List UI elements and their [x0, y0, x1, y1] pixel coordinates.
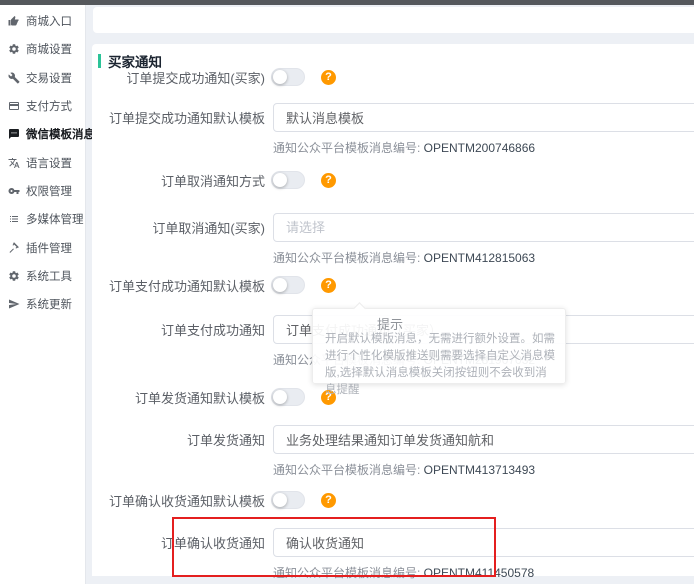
template-code: OPENTM413713493 [424, 463, 535, 477]
sidebar-item-media-management[interactable]: 多媒体管理 [0, 205, 85, 233]
order-cancel-method-toggle[interactable] [271, 171, 305, 189]
hammer-icon [8, 242, 20, 254]
order-confirm-receipt-input[interactable] [273, 528, 694, 557]
paper-plane-icon [8, 298, 20, 310]
helper-prefix: 通知公众平台模板消息编号: [273, 141, 424, 155]
gear-icon [8, 270, 20, 282]
template-code: OPENTM412815063 [424, 251, 535, 265]
helper-prefix: 通知公众平台模板消息编号: [273, 463, 424, 477]
settings-page: 商城入口 商城设置 交易设置 支付方式 微信模板消息 语言设置 [0, 0, 694, 584]
sidebar-item-label: 语言设置 [26, 155, 72, 171]
field-label: 订单确认收货通知 [92, 533, 265, 552]
sidebar-item-label: 微信模板消息 [26, 126, 95, 142]
toggle-row-order-submit-success: 订单提交成功通知(买家) ? [92, 68, 336, 86]
sidebar-item-language-settings[interactable]: 语言设置 [0, 148, 85, 176]
help-icon[interactable]: ? [321, 173, 336, 188]
sidebar-item-label: 插件管理 [26, 240, 72, 256]
input-row-order-cancel-buyer: 订单取消通知(买家) [92, 213, 694, 242]
key-icon [8, 185, 20, 197]
order-pay-success-template-toggle[interactable] [271, 276, 305, 294]
credit-card-icon [8, 100, 20, 112]
helper-prefix: 通知公众平台模板消息编号: [273, 251, 424, 265]
toggle-row-order-confirm-receipt-template: 订单确认收货通知默认模板 ? [92, 491, 336, 509]
sidebar-item-trade-settings[interactable]: 交易设置 [0, 64, 85, 92]
sidebar-item-label: 商城设置 [26, 41, 72, 57]
sidebar-item-system-tools[interactable]: 系统工具 [0, 262, 85, 290]
sidebar-item-label: 支付方式 [26, 98, 72, 114]
help-tooltip: 提示 开启默认模版消息，无需进行额外设置。如需进行个性化模版推送则需要选择自定义… [312, 308, 566, 384]
wrench-icon [8, 72, 20, 84]
sidebar-item-label: 商城入口 [26, 13, 72, 29]
sidebar-item-label: 系统工具 [26, 268, 72, 284]
toggle-knob [273, 173, 287, 187]
order-submit-template-input[interactable] [273, 103, 694, 132]
order-confirm-receipt-template-toggle[interactable] [271, 491, 305, 509]
field-label: 订单确认收货通知默认模板 [92, 491, 265, 510]
tooltip-body: 开启默认模版消息，无需进行额外设置。如需进行个性化模版推送则需要选择自定义消息模… [325, 331, 555, 399]
template-code-helper: 通知公众平台模板消息编号: OPENTM200746866 [273, 139, 535, 156]
input-row-order-submit-template: 订单提交成功通知默认模板 [92, 103, 694, 132]
sidebar-item-mall-settings[interactable]: 商城设置 [0, 35, 85, 63]
help-icon[interactable]: ? [321, 278, 336, 293]
order-ship-template-toggle[interactable] [271, 388, 305, 406]
help-icon[interactable]: ? [321, 493, 336, 508]
input-row-order-ship-notice: 订单发货通知 [92, 425, 694, 454]
sidebar-item-mall-entry[interactable]: 商城入口 [0, 7, 85, 35]
translate-icon [8, 157, 20, 169]
field-label: 订单发货通知默认模板 [92, 388, 265, 407]
order-ship-notice-input[interactable] [273, 425, 694, 454]
gear-icon [8, 43, 20, 55]
template-code-helper: 通知公众平台模板消息编号: OPENTM413713493 [273, 461, 535, 478]
helper-prefix: 通知公众平台模板消息编号: [273, 566, 424, 580]
order-submit-success-toggle[interactable] [271, 68, 305, 86]
toggle-row-order-pay-success-template: 订单支付成功通知默认模板 ? [92, 276, 336, 294]
template-code: OPENTM411450578 [424, 566, 535, 580]
field-label: 订单支付成功通知默认模板 [92, 276, 265, 295]
sidebar-item-wechat-template-messages[interactable]: 微信模板消息 [0, 120, 85, 148]
tab-strip [93, 7, 694, 33]
tooltip-arrow [353, 302, 366, 315]
toggle-knob [273, 70, 287, 84]
field-label: 订单取消通知(买家) [92, 218, 265, 237]
buyer-notification-panel: 买家通知 订单提交成功通知(买家) ? 订单提交成功通知默认模板 通知公众平台模… [92, 44, 694, 576]
toggle-row-order-ship-template: 订单发货通知默认模板 ? [92, 388, 336, 406]
field-label: 订单支付成功通知 [92, 320, 265, 339]
sidebar-item-label: 系统更新 [26, 296, 72, 312]
field-label: 订单提交成功通知(买家) [92, 68, 265, 87]
top-bar [0, 0, 694, 5]
template-code-helper: 通知公众平台模板消息编号: OPENTM412815063 [273, 249, 535, 266]
input-row-order-confirm-receipt: 订单确认收货通知 [92, 528, 694, 557]
sidebar-item-label: 多媒体管理 [26, 211, 84, 227]
sidebar-item-permission-management[interactable]: 权限管理 [0, 177, 85, 205]
toggle-knob [273, 390, 287, 404]
sidebar-menu: 商城入口 商城设置 交易设置 支付方式 微信模板消息 语言设置 [0, 5, 85, 318]
field-label: 订单发货通知 [92, 430, 265, 449]
field-label: 订单提交成功通知默认模板 [92, 108, 265, 127]
template-code-helper: 通知公众平台模板消息编号: OPENTM411450578 [273, 564, 534, 581]
list-icon [8, 213, 20, 225]
sidebar-item-label: 交易设置 [26, 70, 72, 86]
help-icon[interactable]: ? [321, 70, 336, 85]
thumbs-up-icon [8, 15, 20, 27]
sidebar: 商城入口 商城设置 交易设置 支付方式 微信模板消息 语言设置 [0, 5, 86, 584]
toggle-row-order-cancel-method: 订单取消通知方式 ? [92, 171, 336, 189]
field-label: 订单取消通知方式 [92, 171, 265, 190]
sidebar-item-label: 权限管理 [26, 183, 72, 199]
sidebar-item-plugin-management[interactable]: 插件管理 [0, 233, 85, 261]
template-code: OPENTM200746866 [424, 141, 535, 155]
toggle-knob [273, 278, 287, 292]
order-cancel-buyer-select[interactable] [273, 213, 694, 242]
sidebar-item-system-update[interactable]: 系统更新 [0, 290, 85, 318]
toggle-knob [273, 493, 287, 507]
sidebar-item-payment-methods[interactable]: 支付方式 [0, 92, 85, 120]
section-accent-bar [98, 54, 101, 68]
chat-bubble-icon [8, 128, 20, 140]
